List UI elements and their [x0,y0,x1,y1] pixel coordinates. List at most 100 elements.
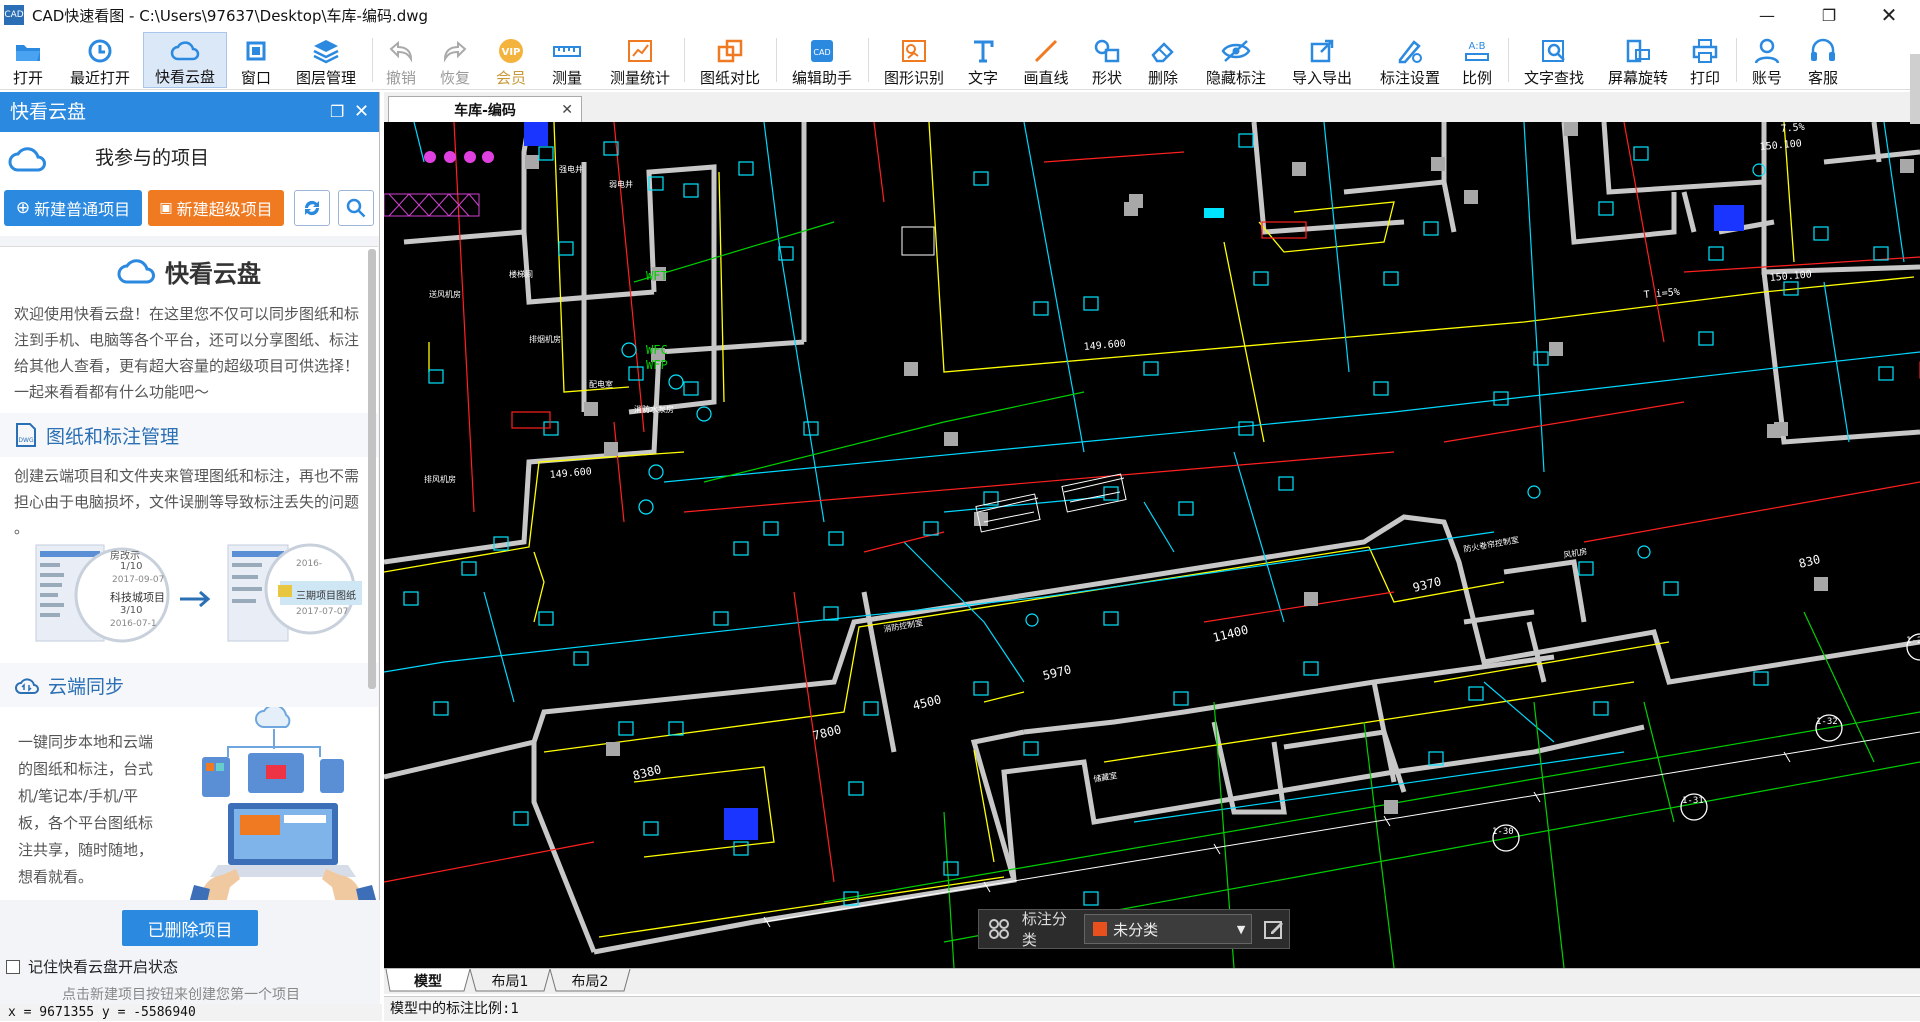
svg-text:VIP: VIP [502,47,521,58]
toolbar-measure-button[interactable]: 测量 [544,32,590,88]
cad-text: 150.100 [1769,269,1812,284]
cad-text: T i=5% [1643,287,1680,301]
toolbar-text-button[interactable]: 文字 [960,32,1006,88]
tab-model[interactable]: 模型 [390,969,466,993]
intro-title: 快看云盘 [165,259,261,288]
panel-subheader: 我参与的项目 [0,132,379,180]
new-normal-project-button[interactable]: ⊕ 新建普通项目 [4,190,142,226]
rotate-screen-icon [1623,36,1653,65]
cloud-sync-icon [15,678,39,694]
cad-hatch [384,193,480,217]
main-toolbar: 打开 最近打开 快看云盘 窗口 图层管理 撤销 恢复 VIP 会员 测量 测量统… [0,30,1920,90]
toolbar-annotation-settings-button[interactable]: 标注设置 [1370,32,1450,88]
toolbar-recent-button[interactable]: 最近打开 [60,32,140,88]
toolbar-compare-button[interactable]: 图纸对比 [690,32,770,88]
cad-text: 排烟机房 [529,334,561,344]
import-export-icon [1307,36,1337,65]
cad-text: 7800 [811,722,842,743]
section-drawing-management-text: 创建云端项目和文件夹来管理图纸和标注，再也不需担心由于电脑损坏，文件误删等导致标… [14,467,360,537]
cloud-icon [170,37,200,64]
toolbar-shape-button[interactable]: 形状 [1084,32,1130,88]
toolbar-shape-recognize-button[interactable]: 图形识别 [874,32,954,88]
new-super-project-button[interactable]: ▣ 新建超级项目 [148,190,284,226]
section-cloud-sync-text: 一键同步本地和云端的图纸和标注，台式机/笔记本/手机/平板，各个平台图纸标注共享… [18,733,154,886]
cad-text: 防火卷帘控制室 [1463,534,1520,554]
tab-layout1[interactable]: 布局1 [474,969,546,993]
toolbar-line-button[interactable]: 画直线 [1018,32,1074,88]
close-tab-icon[interactable]: ✕ [561,102,573,118]
annotation-scale-status: 模型中的标注比例:1 [384,996,1920,1021]
edit-assistant-icon: CAD [807,36,837,65]
toolbar-window-button[interactable]: 窗口 [232,32,280,88]
toolbar-measure-stats-button[interactable]: 测量统计 [600,32,680,88]
toolbar-hide-annotation-button[interactable]: 隐藏标注 [1196,32,1276,88]
checkbox-box[interactable] [6,959,20,974]
cad-green-lines [633,221,1920,968]
cad-drawing-canvas[interactable]: WFT WFC WFP 149.600 149.600 150.100 150.… [384,122,1920,968]
cad-text: WFP [646,358,668,372]
toolbar-text-search-button[interactable]: 文字查找 [1514,32,1594,88]
app-logo-icon: CAD [4,5,24,25]
folder-open-icon [13,36,43,65]
document-tab-strip: 车库-编码 ✕ [384,92,1920,122]
close-button[interactable]: ✕ [1866,0,1912,30]
toolbar-redo-button[interactable]: 恢复 [432,32,478,88]
toolbar-print-button[interactable]: 打印 [1682,32,1728,88]
minimize-button[interactable]: — [1744,0,1790,30]
cad-columns [525,122,1914,814]
intro-scroll-area[interactable]: 快看云盘 欢迎使用快看云盘！在这里您不仅可以同步图纸和标注到手机、电脑等各个平台… [0,246,378,900]
maximize-button[interactable]: ❐ [1806,0,1852,30]
chevron-down-icon: ▼ [1236,922,1246,936]
sync-devices-illustration [189,707,377,900]
toolbar-cloud-button[interactable]: 快看云盘 [143,32,227,88]
section-cloud-sync: 云端同步 [0,663,378,707]
document-tab[interactable]: 车库-编码 ✕ [388,96,582,122]
toolbar-service-button[interactable]: 客服 [1800,32,1846,88]
cad-red-lines [384,122,1920,883]
tab-layout2[interactable]: 布局2 [554,969,626,993]
shape-recognize-icon [899,36,929,65]
edit-category-button[interactable] [1258,918,1289,940]
panel-float-button[interactable]: ❐ [330,92,344,132]
compare-icon [715,36,745,65]
window-icon [241,36,271,65]
panel-scrollbar[interactable] [368,249,376,689]
cad-text: 排风机房 [424,474,456,484]
toolbar-scale-button[interactable]: A:B 比例 [1454,32,1500,88]
toolbar-undo-button[interactable]: 撤销 [378,32,424,88]
section-drawing-management: DWG 图纸和标注管理 [0,413,378,457]
cloud-icon [8,147,46,172]
toolbar-account-button[interactable]: 账号 [1744,32,1790,88]
undo-icon [386,36,416,65]
annotation-settings-icon [1395,36,1425,65]
cad-text: 1-31 [1682,796,1704,806]
svg-text:DWG: DWG [18,437,34,444]
annotation-category-select[interactable]: 未分类 ▼ [1084,914,1253,944]
deleted-projects-button[interactable]: 已删除项目 [122,910,258,946]
toolbar-open-button[interactable]: 打开 [2,32,54,88]
cloud-sync-block: 一键同步本地和云端的图纸和标注，台式机/笔记本/手机/平板，各个平台图纸标注共享… [0,707,378,900]
intro-header: 快看云盘 [0,247,378,295]
remember-state-checkbox[interactable]: 记住快看云盘开启状态 [6,956,178,977]
panel-close-button[interactable]: ✕ [354,92,369,132]
toolbar-rotate-screen-button[interactable]: 屏幕旋转 [1598,32,1678,88]
ruler-icon [552,36,582,65]
cad-walls [384,122,1920,955]
toolbar-vip-button[interactable]: VIP 会员 [488,32,534,88]
cad-text: 7.5% [1780,122,1805,135]
toolbar-edit-assistant-button[interactable]: CAD 编辑助手 [784,32,860,88]
grid-icon[interactable] [985,918,1014,940]
panel-footer: 已删除项目 记住快看云盘开启状态 点击新建项目按钮来创建您第一个项目 [0,900,380,1004]
create-project-hint: 点击新建项目按钮来创建您第一个项目 [62,987,300,1003]
annotation-category-bar: 标注分类 未分类 ▼ [978,909,1290,949]
dwg-file-icon: DWG [16,423,36,447]
toolbar-layers-button[interactable]: 图层管理 [288,32,364,88]
vip-icon: VIP [496,36,526,65]
sync-button[interactable] [294,190,330,226]
toolbar-import-export-button[interactable]: 导入导出 [1282,32,1362,88]
document-icon: ▣ [159,200,173,216]
toolbar-delete-button[interactable]: 删除 [1140,32,1186,88]
canvas-vertical-scrollbar[interactable] [1910,54,1920,124]
sync-icon [304,200,320,216]
project-search-button[interactable] [338,190,374,226]
